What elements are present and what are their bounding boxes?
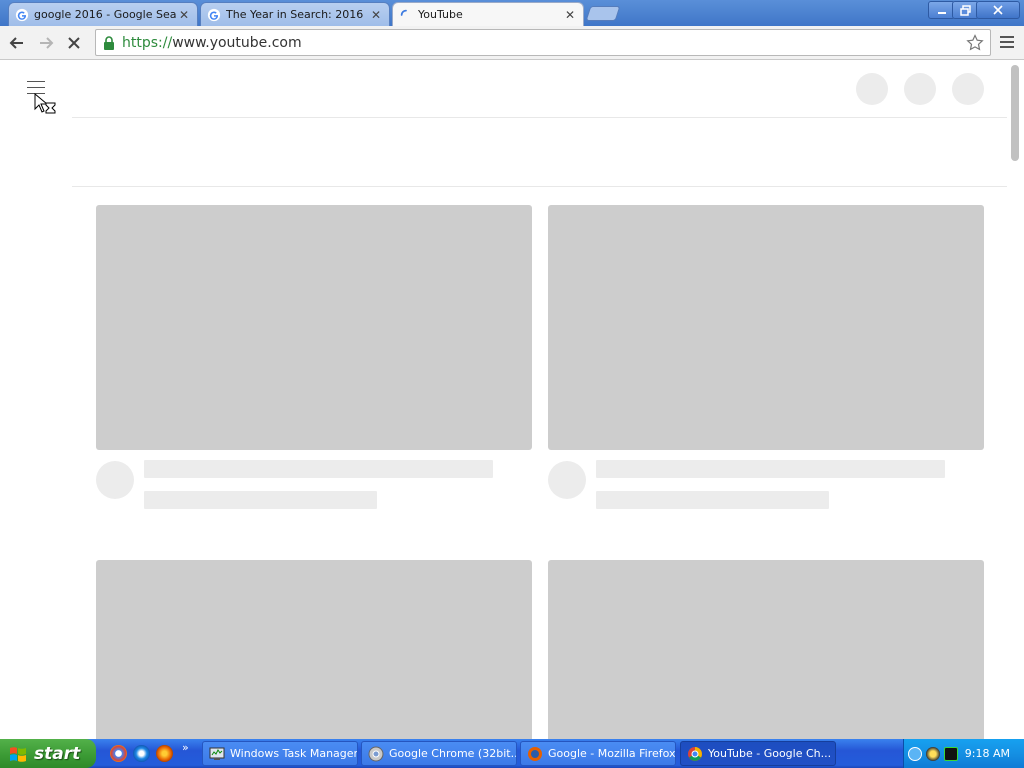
restore-icon (960, 4, 971, 16)
minimize-icon (937, 12, 946, 14)
window-close-button[interactable] (976, 1, 1020, 19)
header-divider (72, 117, 1007, 118)
tab-close-icon[interactable]: ✕ (177, 8, 191, 22)
page-scrollbar[interactable] (1007, 61, 1024, 739)
taskbar-button-task-manager[interactable]: Windows Task Manager (202, 741, 358, 766)
start-label: start (34, 743, 81, 764)
forward-button[interactable] (35, 32, 57, 54)
taskbar-button-firefox[interactable]: Google - Mozilla Firefox (520, 741, 676, 766)
firefox-icon (528, 746, 542, 761)
stop-button[interactable] (63, 32, 85, 54)
tab-google-search[interactable]: google 2016 - Google Search ✕ (8, 2, 198, 26)
youtube-page (0, 61, 1024, 739)
video-thumbnail-placeholder (96, 205, 532, 450)
taskbar-clock[interactable]: 9:18 AM (965, 747, 1010, 760)
tab-title: google 2016 - Google Search (34, 8, 177, 21)
new-tab-button[interactable] (585, 6, 621, 21)
back-button[interactable] (6, 32, 28, 54)
tab-youtube[interactable]: YouTube ✕ (392, 2, 584, 26)
url-text: https://www.youtube.com (122, 35, 302, 51)
header-icon-placeholder (904, 73, 936, 105)
back-arrow-icon (9, 37, 23, 49)
tab-year-in-search[interactable]: The Year in Search: 2016 ✕ (200, 2, 390, 26)
busy-cursor-icon (34, 93, 56, 114)
url-scheme: https:// (122, 34, 173, 51)
video-thumbnail-placeholder (548, 560, 984, 739)
chrome-icon (688, 746, 702, 761)
start-button[interactable]: start (0, 739, 96, 768)
chrome-icon[interactable] (110, 745, 127, 762)
lock-icon (104, 35, 114, 50)
restore-button[interactable] (952, 1, 979, 19)
title-line-placeholder (596, 460, 945, 478)
quick-launch-more-icon[interactable]: » (182, 741, 189, 754)
taskbar-button-chrome[interactable]: Google Chrome (32bit... (361, 741, 517, 766)
windows-logo-icon (10, 746, 26, 762)
tray-monitor-icon[interactable] (944, 746, 958, 761)
video-thumbnail-placeholder (96, 560, 532, 739)
header-icon-placeholder (952, 73, 984, 105)
chrome-menu-button[interactable] (1000, 34, 1014, 50)
task-label: Windows Task Manager (230, 747, 358, 760)
video-thumbnail-placeholder (548, 205, 984, 450)
title-line-placeholder (144, 460, 493, 478)
loading-spinner-icon (400, 9, 407, 16)
scrollbar-thumb[interactable] (1011, 65, 1019, 161)
google-icon (15, 8, 29, 21)
chrome-icon (368, 746, 384, 761)
firefox-icon[interactable] (156, 745, 173, 762)
bookmark-star-icon[interactable] (966, 34, 984, 52)
windows-taskbar: start » Windows Task Manager Google Chro… (0, 739, 1024, 768)
tab-title: The Year in Search: 2016 (226, 8, 364, 21)
channel-avatar-placeholder (548, 461, 586, 499)
meta-line-placeholder (596, 491, 829, 509)
tab-close-icon[interactable]: ✕ (369, 8, 383, 22)
meta-line-placeholder (144, 491, 377, 509)
google-icon (207, 8, 221, 21)
tab-strip: google 2016 - Google Search ✕ The Year i… (0, 0, 1024, 26)
header-icon-placeholder (856, 73, 888, 105)
tab-title: YouTube (418, 8, 463, 21)
task-manager-icon (209, 747, 225, 760)
chips-divider (72, 186, 1007, 187)
url-host: www.youtube.com (172, 34, 302, 51)
minimize-button[interactable] (928, 1, 955, 19)
task-label: Google - Mozilla Firefox (548, 747, 676, 760)
task-label: YouTube - Google Ch... (708, 747, 832, 760)
tray-expand-icon[interactable] (908, 746, 922, 761)
stop-icon (68, 37, 80, 49)
browser-toolbar: https://www.youtube.com (0, 26, 1024, 60)
ie-icon[interactable] (133, 745, 150, 762)
tab-close-icon[interactable]: ✕ (563, 8, 577, 22)
system-tray: 9:18 AM (903, 739, 1024, 768)
taskbar-button-youtube-chrome[interactable]: YouTube - Google Ch... (680, 741, 836, 766)
close-icon (993, 5, 1003, 15)
address-bar[interactable]: https://www.youtube.com (95, 29, 991, 56)
forward-arrow-icon (40, 37, 54, 49)
channel-avatar-placeholder (96, 461, 134, 499)
tray-app-icon[interactable] (926, 746, 940, 761)
task-label: Google Chrome (32bit... (389, 747, 517, 760)
